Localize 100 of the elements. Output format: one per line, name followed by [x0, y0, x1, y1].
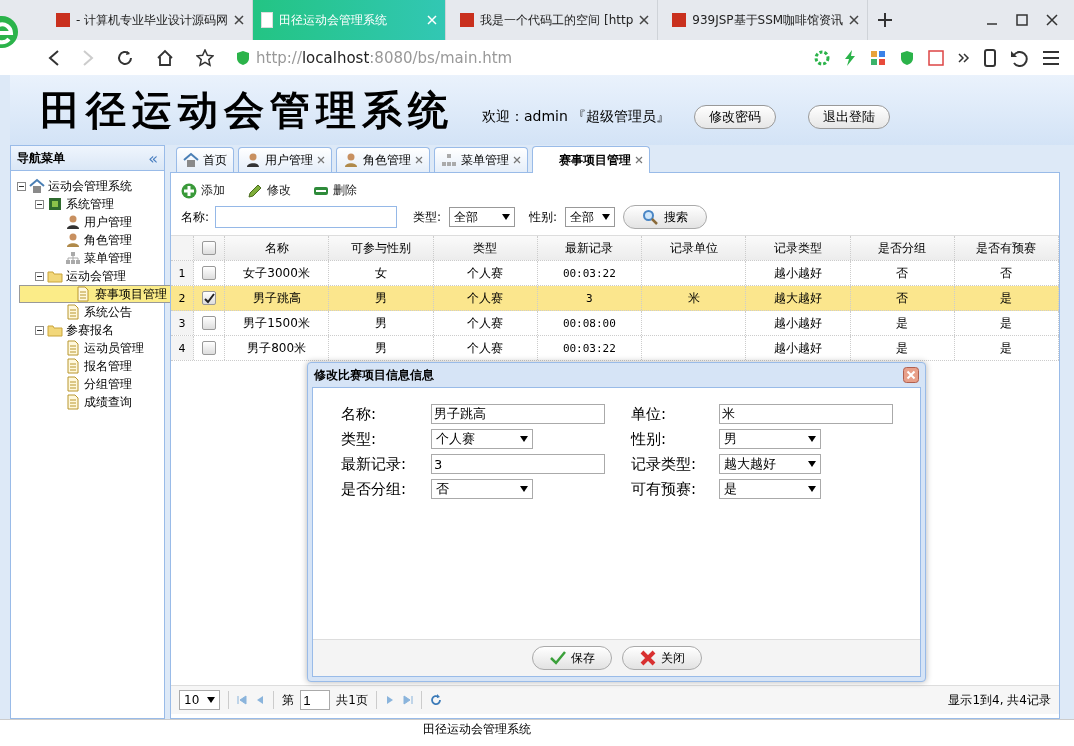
toolbar-button[interactable]: 修改	[243, 180, 295, 201]
tree-item[interactable]: 用户管理	[11, 213, 164, 231]
address-field[interactable]: http://localhost:8080/bs/main.htm	[236, 48, 716, 67]
document-icon	[65, 376, 81, 392]
phone-icon[interactable]	[984, 48, 996, 67]
column-header[interactable]: 可参与性别	[329, 236, 434, 260]
table-cell: 男	[329, 336, 434, 360]
shield-icon[interactable]	[900, 49, 914, 66]
table-row[interactable]: 4 男子800米 男 个人赛 00:03:22 越小越好 是 是	[171, 336, 1059, 361]
header-button[interactable]: 退出登陆	[808, 105, 891, 129]
row-checkbox[interactable]	[202, 291, 216, 305]
select-all-checkbox[interactable]	[202, 241, 216, 255]
caret-icon	[808, 461, 816, 467]
text-field[interactable]: 男子跳高	[431, 404, 605, 424]
dialog-button[interactable]: 关闭	[621, 646, 702, 670]
reload-icon[interactable]	[116, 48, 134, 67]
plus-icon	[181, 182, 197, 199]
select-field[interactable]: 否	[431, 479, 533, 499]
more-icon[interactable]	[958, 51, 970, 64]
column-header[interactable]: 是否有预赛	[954, 236, 1059, 260]
table-cell: 是	[850, 311, 955, 335]
toolbar-button[interactable]: 添加	[177, 180, 229, 201]
select-field[interactable]: 是	[719, 479, 821, 499]
row-checkbox[interactable]	[202, 341, 216, 355]
table-cell: 是	[954, 286, 1059, 310]
search-button[interactable]: 搜索	[623, 205, 708, 229]
dialog-button[interactable]: 保存	[531, 646, 612, 670]
table-cell: 越小越好	[746, 336, 851, 360]
close-icon[interactable]	[903, 367, 919, 383]
column-header[interactable]: 最新记录	[537, 236, 642, 260]
column-header[interactable]: 名称	[225, 236, 330, 260]
person-icon	[65, 214, 81, 230]
close-icon[interactable]	[849, 15, 860, 25]
page-size-dropdown[interactable]: 10	[179, 690, 221, 710]
row-checkbox[interactable]	[202, 266, 216, 280]
column-header[interactable]: 类型	[433, 236, 538, 260]
table-row[interactable]: 3 男子1500米 男 个人赛 00:08:00 越小越好 是 是	[171, 311, 1059, 336]
person-icon	[65, 232, 81, 248]
tree-item[interactable]: 运动员管理	[11, 339, 164, 357]
page-tab[interactable]: 角色管理	[336, 147, 430, 172]
tree-item[interactable]: 系统公告	[11, 303, 164, 321]
header-button[interactable]: 修改密码	[694, 105, 777, 129]
toolbar-button[interactable]: 删除	[309, 180, 361, 201]
type-dropdown[interactable]: 全部	[449, 207, 516, 227]
lightning-icon[interactable]	[844, 49, 856, 66]
home-icon[interactable]	[156, 48, 174, 67]
field-label: 类型:	[341, 429, 378, 449]
collapse-toggle-icon[interactable]	[35, 271, 44, 281]
page-field[interactable]: 1	[300, 690, 331, 710]
close-icon[interactable]	[234, 15, 245, 25]
tree-item[interactable]: 赛事项目管理	[19, 285, 172, 303]
text-field[interactable]: 米	[719, 404, 893, 424]
pager-summary: 显示1到4, 共4记录	[948, 691, 1051, 709]
check-icon	[548, 650, 567, 666]
collapse-toggle-icon[interactable]	[17, 181, 26, 191]
close-icon[interactable]	[635, 156, 643, 164]
refresh-icon[interactable]	[429, 694, 442, 706]
menu-icon[interactable]	[1042, 49, 1060, 66]
back-icon[interactable]	[48, 49, 60, 66]
page-tab[interactable]: 赛事项目管理	[532, 146, 650, 173]
collapse-button[interactable]: «	[148, 148, 158, 168]
text-field[interactable]: 3	[431, 454, 605, 474]
column-header[interactable]: 是否分组	[850, 236, 955, 260]
name-field[interactable]	[215, 206, 398, 228]
tree-item[interactable]: 系统管理	[11, 195, 164, 213]
select-field[interactable]: 越大越好	[719, 454, 821, 474]
table-row[interactable]: 2 男子跳高 男 个人赛 3 米 越大越好 否 是	[171, 286, 1059, 311]
gender-dropdown[interactable]: 全部	[565, 207, 616, 227]
table-cell: 个人赛	[433, 311, 538, 335]
close-icon[interactable]	[639, 15, 650, 25]
tree-item[interactable]: 报名管理	[11, 357, 164, 375]
field-label: 单位:	[631, 404, 668, 424]
tree-item[interactable]: 菜单管理	[11, 249, 164, 267]
select-field[interactable]: 男	[719, 429, 821, 449]
new-tab-icon[interactable]	[878, 13, 893, 27]
page-tab[interactable]: 用户管理	[238, 147, 332, 172]
table-cell: 否	[850, 261, 955, 285]
undo-icon[interactable]	[1010, 48, 1028, 67]
collapse-toggle-icon[interactable]	[35, 325, 44, 335]
collapse-toggle-icon[interactable]	[35, 199, 44, 209]
close-icon[interactable]	[1046, 14, 1058, 26]
row-checkbox[interactable]	[202, 316, 216, 330]
page-tab[interactable]: 首页	[176, 147, 234, 172]
tree-item[interactable]: 参赛报名	[11, 321, 164, 339]
extension-icon[interactable]	[814, 49, 830, 66]
app-title: 田径运动会管理系统	[40, 84, 454, 135]
column-header[interactable]: 记录类型	[746, 236, 851, 260]
tree-item[interactable]: 角色管理	[11, 231, 164, 249]
caret-icon	[808, 486, 816, 492]
tree-item[interactable]: 分组管理	[11, 375, 164, 393]
grid-icon[interactable]	[870, 49, 886, 66]
select-field[interactable]: 个人赛	[431, 429, 533, 449]
tree-item[interactable]: 成绩查询	[11, 393, 164, 411]
maximize-icon[interactable]	[1016, 14, 1028, 26]
star-icon[interactable]	[196, 48, 214, 67]
tree-item[interactable]: 运动会管理系统	[11, 177, 164, 195]
column-header[interactable]: 记录单位	[642, 236, 747, 260]
page-tab[interactable]: 菜单管理	[434, 147, 528, 172]
translate-icon[interactable]	[928, 49, 944, 66]
tree-item[interactable]: 运动会管理	[11, 267, 164, 285]
